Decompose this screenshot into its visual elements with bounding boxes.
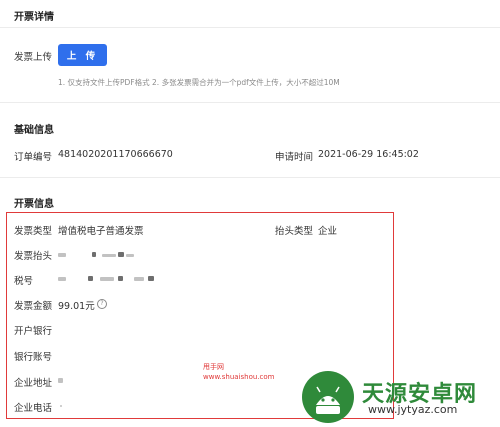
watermark-brand-url: www.jytyaz.com bbox=[368, 403, 458, 416]
order-no-value: 4814020201170666670 bbox=[58, 149, 173, 160]
section-title-invoice-info: 开票信息 bbox=[14, 199, 54, 210]
order-no-label: 订单编号 bbox=[14, 152, 53, 163]
divider bbox=[0, 27, 500, 28]
divider bbox=[0, 102, 500, 103]
section-title-basic-info: 基础信息 bbox=[14, 125, 54, 136]
watermark-url: www.shuaishou.com bbox=[203, 373, 275, 381]
apply-time-value: 2021-06-29 16:45:02 bbox=[318, 149, 419, 160]
upload-button[interactable]: 上 传 bbox=[58, 44, 107, 66]
android-logo-icon bbox=[302, 371, 354, 423]
divider bbox=[0, 177, 500, 178]
section-title-invoice-detail: 开票详情 bbox=[14, 12, 54, 23]
apply-time-label: 申请时间 bbox=[275, 152, 314, 163]
upload-hint: 1. 仅支持文件上传PDF格式 2. 多张发票需合并为一个pdf文件上传，大小不… bbox=[58, 78, 340, 87]
upload-label: 发票上传 bbox=[14, 52, 53, 63]
watermark-site-name: 甩手网 bbox=[203, 363, 224, 371]
